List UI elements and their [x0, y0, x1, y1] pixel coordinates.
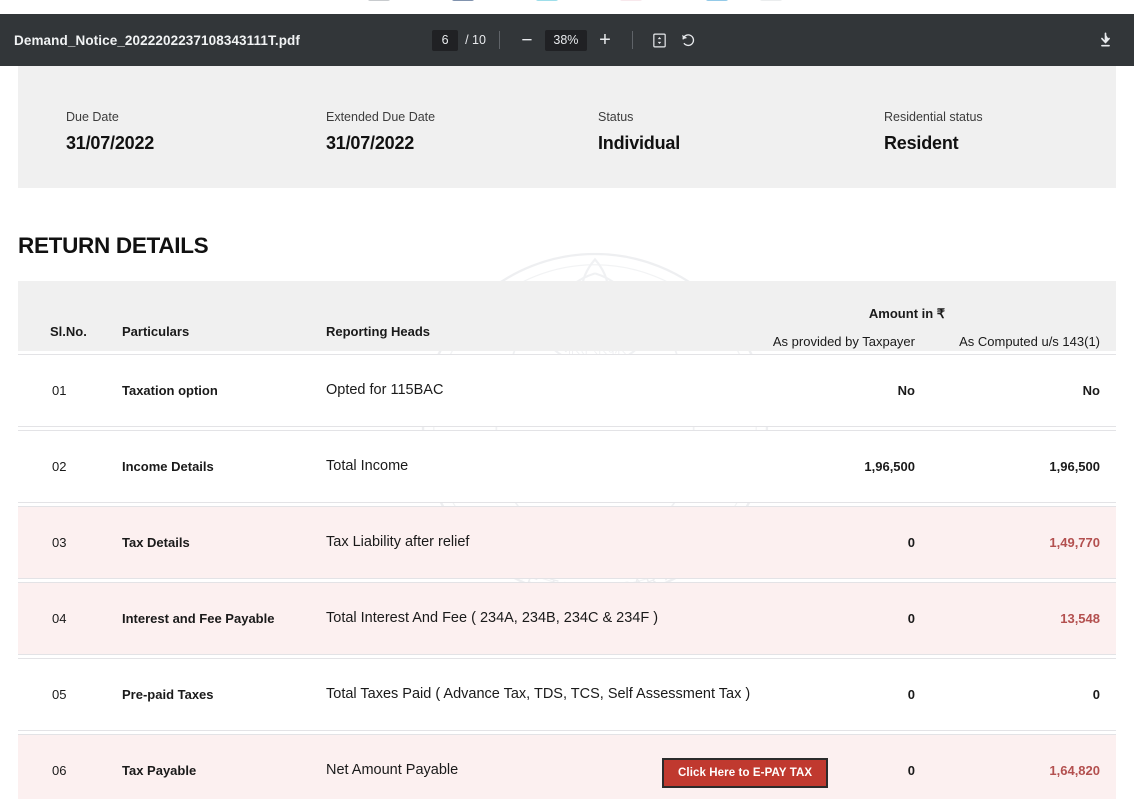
- cell-as-provided: 0: [907, 687, 915, 702]
- pdf-page-content: INCOME TAX DEPARTMENT भारत सरकार Due Dat…: [0, 66, 1134, 799]
- rotate-button[interactable]: [674, 26, 702, 54]
- zoom-level-input[interactable]: [544, 29, 587, 51]
- download-button[interactable]: [1090, 25, 1120, 55]
- page-title: RETURN DETAILS: [18, 233, 209, 258]
- assessment-info-panel: Due Date 31/07/2022 Extended Due Date 31…: [18, 66, 1116, 188]
- table-row: 05 Pre-paid Taxes Total Taxes Paid ( Adv…: [18, 658, 1116, 731]
- tab-favicon-fragment: [368, 0, 390, 1]
- pdf-file-name: Demand_Notice_2022202237108343111T.pdf: [14, 32, 300, 48]
- info-value: 31/07/2022: [66, 133, 155, 153]
- cell-amounts: No No: [18, 383, 1100, 398]
- column-header-as-computed: As Computed u/s 143(1): [959, 334, 1100, 349]
- pdf-viewer-toolbar: Demand_Notice_2022202237108343111T.pdf /…: [0, 14, 1134, 66]
- info-field-status: Status Individual: [598, 110, 680, 154]
- info-field-residential-status: Residential status Resident: [884, 110, 983, 154]
- cell-as-computed: No: [1082, 383, 1100, 398]
- cell-as-computed: 13,548: [1060, 611, 1100, 626]
- table-row: 03 Tax Details Tax Liability after relie…: [18, 506, 1116, 579]
- page-number-input[interactable]: [432, 29, 459, 51]
- cell-as-provided: 0: [907, 535, 915, 550]
- browser-tab-strip: [0, 0, 1134, 14]
- zoom-out-button[interactable]: −: [513, 26, 541, 54]
- download-icon: [1100, 32, 1110, 46]
- column-header-amount-group: Amount in ₹: [18, 306, 1100, 322]
- column-header-as-provided: As provided by Taxpayer: [772, 334, 915, 349]
- cell-amounts: 0 0: [18, 687, 1100, 702]
- table-row: 06 Tax Payable Net Amount Payable Click …: [18, 734, 1116, 799]
- cell-as-provided: 1,96,500: [864, 459, 915, 474]
- minus-icon: −: [521, 29, 533, 51]
- page-count-label: / 10: [465, 33, 486, 47]
- tab-favicon-fragment: [760, 0, 782, 1]
- tab-favicon-fragment: [706, 0, 728, 1]
- info-value: Individual: [598, 133, 681, 153]
- toolbar-divider: [631, 31, 633, 49]
- info-field-due-date: Due Date 31/07/2022: [66, 110, 154, 154]
- plus-icon: +: [599, 29, 611, 51]
- cell-as-computed: 1,96,500: [1049, 459, 1100, 474]
- cell-as-computed: 1,49,770: [1049, 535, 1100, 550]
- column-header-amount-label: Amount in ₹: [868, 306, 946, 321]
- table-row: 02 Income Details Total Income 1,96,500 …: [18, 430, 1116, 503]
- fit-to-page-icon: [653, 33, 667, 47]
- cell-amounts: 0 13,548: [18, 611, 1100, 626]
- tab-favicon-fragment: [536, 0, 558, 1]
- cell-as-computed: 0: [1092, 687, 1100, 702]
- cell-as-computed: 1,64,820: [1049, 763, 1100, 778]
- info-label: Extended Due Date: [326, 110, 436, 124]
- rotate-counterclockwise-icon: [682, 34, 695, 47]
- return-details-table: Sl.No. Particulars Reporting Heads Amoun…: [18, 281, 1116, 799]
- zoom-in-button[interactable]: +: [591, 26, 619, 54]
- fit-to-page-button[interactable]: [646, 26, 674, 54]
- toolbar-divider: [498, 31, 500, 49]
- table-row: 01 Taxation option Opted for 115BAC No N…: [18, 354, 1116, 427]
- info-value: 31/07/2022: [326, 133, 415, 153]
- info-field-extended-due-date: Extended Due Date 31/07/2022: [326, 110, 435, 154]
- info-label: Due Date: [66, 110, 119, 124]
- tab-favicon-fragment: [620, 0, 642, 1]
- info-label: Status: [598, 110, 634, 124]
- cell-amounts: 1,96,500 1,96,500: [18, 459, 1100, 474]
- column-subheader-group: As provided by Taxpayer As Computed u/s …: [18, 334, 1100, 349]
- info-label: Residential status: [884, 110, 983, 124]
- cell-as-provided: 0: [907, 611, 915, 626]
- tab-favicon-fragment: [452, 0, 474, 1]
- cell-amounts: 0 1,49,770: [18, 535, 1100, 550]
- info-value: Resident: [884, 133, 959, 153]
- table-header-row: Sl.No. Particulars Reporting Heads Amoun…: [18, 281, 1116, 351]
- cell-amounts: 0 1,64,820: [18, 763, 1100, 778]
- cell-as-provided: No: [897, 383, 915, 398]
- cell-as-provided: 0: [907, 763, 915, 778]
- table-row: 04 Interest and Fee Payable Total Intere…: [18, 582, 1116, 655]
